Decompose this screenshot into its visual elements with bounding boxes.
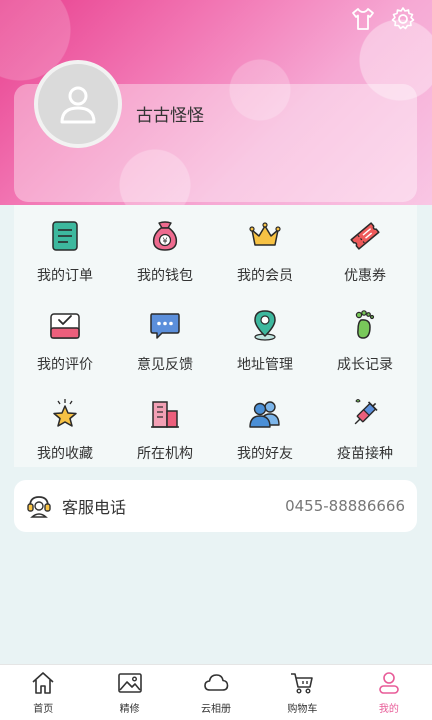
location-icon (248, 308, 282, 342)
menu-item-label: 我的评价 (37, 357, 93, 373)
menu-item-growth[interactable]: 成长记录 (315, 300, 415, 388)
footprint-icon (348, 308, 382, 342)
cart-icon (289, 670, 315, 696)
user-icon (376, 670, 402, 696)
cloud-icon (203, 670, 229, 696)
gear-icon[interactable] (390, 6, 416, 32)
headset-icon (26, 493, 52, 519)
menu-item-membership[interactable]: 我的会员 (215, 211, 315, 299)
menu-item-label: 我的会员 (237, 268, 293, 284)
feedback-icon (148, 308, 182, 342)
menu-item-label: 我的钱包 (137, 268, 193, 284)
tab-cloud-album[interactable]: 云相册 (173, 665, 259, 720)
menu-item-label: 我的订单 (37, 268, 93, 284)
review-icon (48, 308, 82, 342)
tab-mine[interactable]: 我的 (346, 665, 432, 720)
tab-label: 精修 (119, 704, 140, 715)
menu-item-coupons[interactable]: 优惠券 (315, 211, 415, 299)
person-icon (60, 86, 96, 124)
tab-cart[interactable]: 购物车 (259, 665, 345, 720)
crown-icon (248, 219, 282, 253)
tab-label: 首页 (33, 704, 54, 715)
tshirt-icon[interactable] (350, 6, 376, 32)
friends-icon (248, 397, 282, 431)
syringe-icon (348, 397, 382, 431)
tab-label: 云相册 (201, 704, 232, 715)
image-icon (117, 670, 143, 696)
star-icon (48, 397, 82, 431)
customer-service-phone[interactable]: 0455-88886666 (285, 497, 405, 515)
menu-item-address[interactable]: 地址管理 (215, 300, 315, 388)
coupon-icon (348, 219, 382, 253)
menu-item-label: 意见反馈 (137, 357, 193, 373)
menu-item-orders[interactable]: 我的订单 (15, 211, 115, 299)
username: 古古怪怪 (136, 106, 204, 126)
menu-item-label: 我的收藏 (37, 446, 93, 462)
menu-item-wallet[interactable]: ¥ 我的钱包 (115, 211, 215, 299)
tab-retouch[interactable]: 精修 (86, 665, 172, 720)
order-icon (48, 219, 82, 253)
wallet-icon: ¥ (148, 219, 182, 253)
tab-label: 购物车 (287, 704, 318, 715)
header-actions (350, 6, 416, 32)
tab-home[interactable]: 首页 (0, 665, 86, 720)
svg-text:¥: ¥ (162, 237, 167, 246)
avatar[interactable] (34, 60, 122, 148)
menu-item-favorites[interactable]: 我的收藏 (15, 389, 115, 477)
menu-item-institution[interactable]: 所在机构 (115, 389, 215, 477)
tab-label: 我的 (378, 704, 399, 715)
menu-item-label: 疫苗接种 (337, 446, 393, 462)
menu-item-friends[interactable]: 我的好友 (215, 389, 315, 477)
bottom-tab-bar: 首页 精修 云相册 购物车 我的 (0, 664, 432, 720)
menu-item-feedback[interactable]: 意见反馈 (115, 300, 215, 388)
home-icon (30, 670, 56, 696)
menu-item-vaccination[interactable]: 疫苗接种 (315, 389, 415, 477)
menu-item-label: 所在机构 (137, 446, 193, 462)
menu-item-reviews[interactable]: 我的评价 (15, 300, 115, 388)
menu-item-label: 地址管理 (237, 357, 293, 373)
menu-item-label: 优惠券 (344, 268, 386, 284)
customer-service-label: 客服电话 (62, 498, 127, 517)
menu-grid: 我的订单 ¥ 我的钱包 我的会员 优惠券 我的评价 意见反馈 地址管理 成长记录… (14, 205, 417, 467)
building-icon (148, 397, 182, 431)
menu-item-label: 我的好友 (237, 446, 293, 462)
customer-service-row[interactable]: 客服电话 0455-88886666 (14, 480, 417, 532)
menu-item-label: 成长记录 (337, 357, 393, 373)
